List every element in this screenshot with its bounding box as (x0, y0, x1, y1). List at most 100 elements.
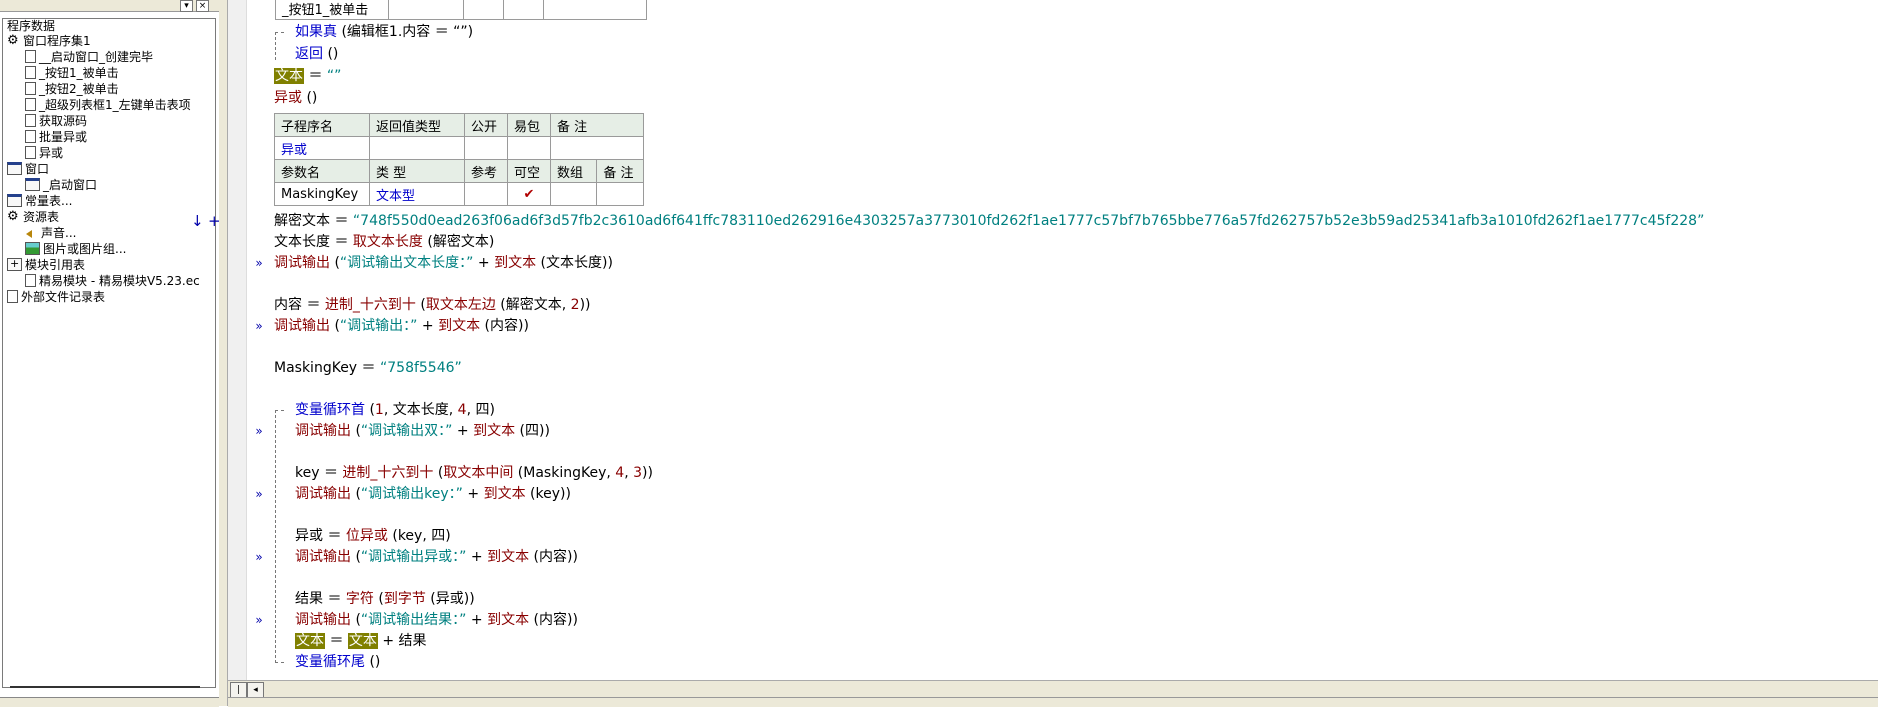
breakpoint-arrow-icon[interactable]: ↓ (191, 211, 204, 231)
left-args: (解密文本, (500, 297, 567, 313)
debug-fn: 调试输出 (295, 486, 351, 502)
eq-sign: ＝ (334, 234, 349, 250)
plus: + (470, 612, 483, 628)
tree-item-label: 外部文件记录表 (21, 290, 106, 304)
assign-text-line[interactable]: 文本 ＝ “” (274, 66, 341, 86)
table-icon (7, 194, 22, 207)
tree-item[interactable]: _按钮1_被单击 (25, 66, 119, 81)
loop-start: 1 (374, 402, 384, 418)
debug4-line[interactable]: 调试输出 (“调试输出key：” + 到文本 (key)) (295, 484, 571, 504)
splitter[interactable] (219, 0, 228, 706)
tree-item[interactable]: 获取源码 (25, 114, 87, 129)
plus: + (467, 486, 480, 502)
left-num: 2 (570, 297, 580, 313)
char-fn: 字符 (345, 591, 374, 607)
debug-marker-icon: » (255, 256, 263, 270)
tree-item[interactable]: _按钮2_被单击 (25, 82, 119, 97)
param-name-value[interactable]: MaskingKey (274, 182, 370, 206)
debug1-arg: (文本长度)) (540, 255, 613, 271)
totext-fn: 到文本 (473, 423, 516, 439)
left-panel: ▾ × 程序数据窗口程序集1 __启动窗口_创建完毕 _按钮1_被单击 _按钮2_被单… (0, 0, 220, 707)
tree-item[interactable]: 窗口程序集1 (7, 33, 91, 49)
editor-gutter (228, 0, 247, 680)
totext-fn: 到文本 (494, 255, 537, 271)
dropdown-icon[interactable]: ▾ (180, 0, 193, 12)
decrypt-var: 解密文本 (274, 213, 330, 229)
loop-tail-line[interactable]: 变量循环尾 () (295, 652, 380, 672)
debug6-str: “调试输出结果：” (360, 612, 467, 628)
hex-fn: 进制_十六到十 (342, 465, 434, 481)
tree-item-label: 精易模块 - 精易模块V5.23.ec (39, 274, 200, 288)
nullable-check-icon[interactable]: ✔ (507, 182, 551, 206)
return-line[interactable]: 返回 () (295, 44, 338, 64)
sub-name-value[interactable]: 异或 (274, 136, 370, 160)
totext-fn: 到文本 (487, 549, 530, 565)
panel-titlebar: ▾ × (0, 0, 219, 12)
len-var: 文本长度 (274, 234, 330, 250)
param-col-type: 类 型 (369, 159, 465, 183)
tree-item[interactable]: 窗口 (7, 162, 49, 177)
tree-item[interactable]: 批量异或 (25, 130, 87, 145)
tree-item[interactable]: 资源表 (7, 209, 59, 225)
param-col-nullable: 可空 (507, 159, 551, 183)
if-line[interactable]: 如果真 (编辑框1.内容 ＝ “”) (295, 22, 473, 42)
tree-item[interactable]: _启动窗口 (25, 178, 97, 193)
tree-item[interactable]: 常量表... (7, 194, 72, 209)
scroll-left-arrow-icon[interactable]: ◂ (247, 682, 264, 698)
loop-block-line (275, 410, 276, 663)
tree-item-label: _启动窗口 (43, 178, 98, 192)
concat-line[interactable]: 文本 ＝ 文本 + 结果 (295, 631, 427, 651)
tree-item-label: __启动窗口_创建完毕 (39, 50, 154, 64)
tree-item-label: 窗口 (25, 162, 50, 176)
content-var: 内容 (274, 297, 302, 313)
tree-item[interactable]: 声音... (25, 226, 76, 241)
program-tree[interactable]: 程序数据窗口程序集1 __启动窗口_创建完毕 _按钮1_被单击 _按钮2_被单击 _超级… (2, 18, 216, 688)
result-line[interactable]: 结果 ＝ 字符 (到字节 (异或)) (295, 589, 475, 609)
debug6-line[interactable]: 调试输出 (“调试输出结果：” + 到文本 (内容)) (295, 610, 578, 630)
debug5-arg: (内容)) (533, 549, 578, 565)
window-icon (25, 178, 40, 191)
debug5-line[interactable]: 调试输出 (“调试输出异或：” + 到文本 (内容)) (295, 547, 578, 567)
close-icon[interactable]: × (196, 0, 209, 12)
content-line[interactable]: 内容 ＝ 进制_十六到十 (取文本左边 (解密文本, 2)) (274, 295, 591, 315)
loop-head-line[interactable]: 变量循环首 (1, 文本长度, 4, 四) (295, 400, 495, 420)
param-type-value[interactable]: 文本型 (369, 182, 465, 206)
xor-line[interactable]: 异或 ＝ 位异或 (key, 四) (295, 526, 451, 546)
sub-name-cell[interactable]: _按钮1_被单击 (275, 0, 389, 20)
tree-item[interactable]: _超级列表框1_左键单击表项 (25, 98, 191, 113)
debug-fn: 调试输出 (274, 255, 330, 271)
tree-item[interactable]: 异或 (25, 146, 63, 161)
debug2-line[interactable]: 调试输出 (“调试输出：” + 到文本 (内容)) (274, 316, 529, 336)
eq-sign: ＝ (306, 297, 321, 313)
mid-n4: 4 (615, 465, 625, 481)
tree-item[interactable]: __启动窗口_创建完毕 (25, 50, 153, 65)
tree-item[interactable]: 程序数据 (7, 19, 55, 34)
debug1-line[interactable]: 调试输出 (“调试输出文本长度：” + 到文本 (文本长度)) (274, 253, 613, 273)
debug-marker-icon: » (255, 613, 263, 627)
maskingkey-line[interactable]: MaskingKey ＝ “758f5546” (274, 358, 462, 378)
code-editor[interactable]: _按钮1_被单击 如果真 (编辑框1.内容 ＝ “”) 返回 () 文本 ＝ “… (191, 0, 1878, 680)
debug2-str: “调试输出：” (339, 318, 418, 334)
expand-plus-icon[interactable]: + (208, 211, 221, 231)
plus: + (382, 633, 395, 649)
loop-head-kw: 变量循环首 (295, 402, 365, 418)
param-col-ref: 参考 (464, 159, 508, 183)
call-xor-line[interactable]: 异或 () (274, 88, 317, 108)
decrypt-line[interactable]: 解密文本 ＝ “748f550d0ead263f06ad6f3d57fb2c36… (274, 211, 1704, 231)
sub-col-public: 公开 (464, 113, 508, 137)
tree-item[interactable]: 精易模块 - 精易模块V5.23.ec (25, 274, 200, 289)
if-block-line (275, 32, 276, 60)
tree-item[interactable]: 外部文件记录表 (7, 290, 105, 305)
mid-fn: 取文本中间 (443, 465, 514, 481)
len-line[interactable]: 文本长度 ＝ 取文本长度 (解密文本) (274, 232, 494, 252)
key-line[interactable]: key ＝ 进制_十六到十 (取文本中间 (MaskingKey, 4, 3)) (295, 463, 653, 483)
tree-item[interactable]: 模块引用表 (7, 256, 85, 273)
scroll-left-icon[interactable]: | (230, 682, 247, 698)
if-keyword: 如果真 (295, 24, 337, 40)
tree-scrollbar[interactable] (10, 686, 200, 688)
eq-sign: ＝ (327, 591, 342, 607)
document-icon (25, 146, 36, 159)
debug3-line[interactable]: 调试输出 (“调试输出双：” + 到文本 (四)) (295, 421, 550, 441)
horizontal-scrollbar[interactable]: | ◂ (228, 680, 1878, 698)
tree-item[interactable]: 图片或图片组... (25, 242, 126, 257)
